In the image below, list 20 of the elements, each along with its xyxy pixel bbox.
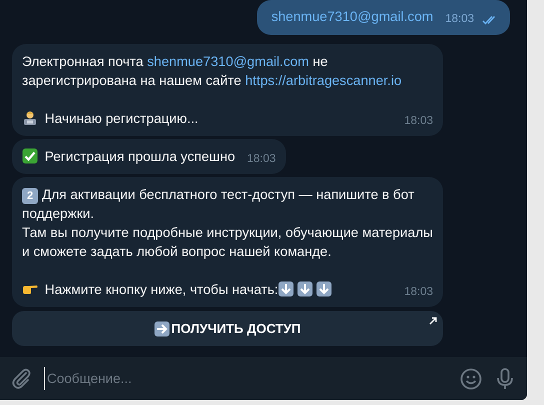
down-arrow-icon [278, 281, 294, 297]
technologist-icon [22, 110, 38, 126]
inline-button[interactable]: ПОЛУЧИТЬ ДОСТУП [12, 311, 443, 346]
message-text: Регистрация прошла успешно [44, 149, 236, 164]
message-time: 18:03 [404, 285, 433, 300]
emoji-icon[interactable] [459, 366, 483, 390]
message-time: 18:03 [445, 12, 474, 27]
message-time: 18:03 [247, 152, 276, 167]
link[interactable]: https://arbitragescanner.io [245, 73, 402, 88]
message-text: Начинаю регистрацию... [44, 111, 198, 126]
down-arrow-icon [316, 281, 332, 297]
right-arrow-icon [154, 320, 170, 336]
down-arrow-icon [297, 281, 314, 297]
message-text: Нажмите кнопку ниже, чтобы начать: [44, 282, 278, 297]
message-time: 18:03 [404, 114, 433, 129]
link[interactable]: shenmue7310@gmail.com [271, 9, 434, 24]
message-text: Электронная почта shenmue7310@gmail.com не зарегистрирована на нашем сайте https://arbitragescanner.io [22, 53, 403, 90]
link[interactable]: shenmue7310@gmail.com [147, 54, 309, 69]
check-icon [22, 148, 38, 164]
message-text: 2 Для активации бесплатного тест-доступ — напишите в бот поддержки. Там вы получите подробные инструкции, обучающие материалы и сможете задать любой вопрос нашей команде. [22, 186, 433, 261]
